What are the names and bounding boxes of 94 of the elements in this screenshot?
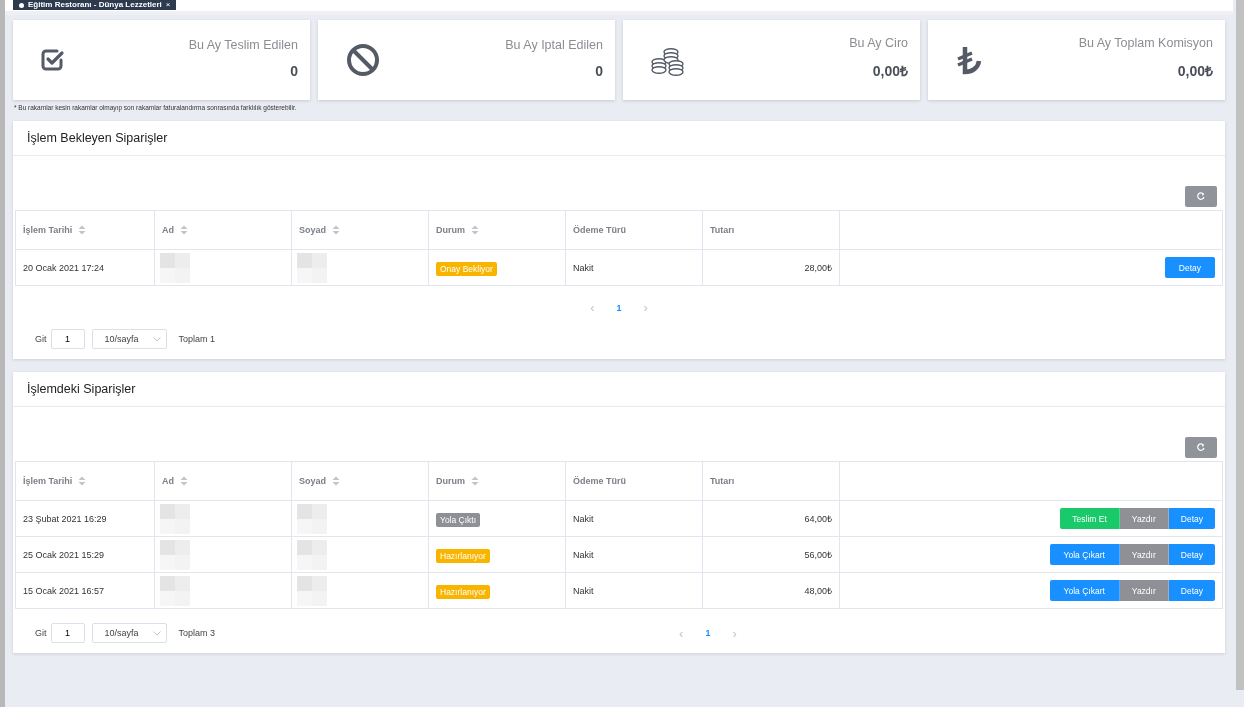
stat-title: Bu Ay Iptal Edilen: [504, 37, 603, 52]
header-label: Tutarı: [710, 476, 735, 486]
sort-icon: [471, 225, 479, 235]
column-header[interactable]: Ad: [155, 211, 292, 249]
column-header[interactable]: İşlem Tarihi: [16, 211, 155, 249]
table-cell: Nakit: [573, 262, 594, 273]
action-button[interactable]: Teslim Et: [1060, 508, 1120, 529]
table-cell: 25 Ocak 2021 15:29: [23, 549, 105, 560]
header-label: Durum: [436, 476, 465, 486]
stat-value: 0: [594, 62, 603, 79]
action-button[interactable]: Detay: [1168, 508, 1215, 529]
redacted-text: [297, 575, 327, 606]
page-size-select[interactable]: 10/sayfa: [91, 329, 167, 349]
status-tag: Yola Çıktı: [436, 513, 481, 527]
next-page-button[interactable]: ›: [728, 625, 741, 641]
sort-icon: [78, 476, 87, 486]
action-button[interactable]: Yola Çıkart: [1049, 580, 1120, 601]
refresh-button[interactable]: [1185, 437, 1217, 458]
refresh-button[interactable]: [1185, 186, 1217, 207]
stat-title: Bu Ay Toplam Komisyon: [1077, 36, 1213, 50]
stat-title: Bu Ay Ciro: [848, 36, 908, 50]
header-label: Tutarı: [710, 225, 735, 235]
table-cell-text: 64,00₺: [804, 513, 832, 525]
redacted-text: [160, 539, 190, 570]
goto-label: Git: [35, 628, 47, 638]
total-count: Toplam 3: [178, 628, 216, 638]
table-cell: Nakit: [573, 585, 594, 596]
page-input[interactable]: 1: [50, 623, 85, 643]
previous-page-button[interactable]: ‹: [586, 300, 599, 315]
action-button[interactable]: Yazdır: [1119, 508, 1169, 529]
table-cell-text: 28,00₺: [804, 262, 832, 274]
column-header[interactable]: Durum: [429, 462, 566, 500]
redacted-text: [297, 252, 327, 283]
sort-icon: [78, 225, 87, 235]
header-label: Ad: [162, 225, 174, 235]
sort-icon: [332, 476, 340, 486]
table-cell: Nakit: [573, 513, 594, 524]
page-size-select[interactable]: 10/sayfa: [91, 623, 167, 643]
stat-value: 0,00₺: [871, 62, 908, 80]
chevron-down-icon: [152, 336, 161, 342]
page-input[interactable]: 1: [50, 329, 85, 349]
redacted-text: [297, 539, 327, 570]
action-button[interactable]: Yazdır: [1119, 544, 1169, 565]
action-button[interactable]: Yola Çıkart: [1049, 544, 1120, 565]
redacted-text: [160, 503, 190, 534]
next-page-button[interactable]: ›: [639, 300, 652, 315]
column-header[interactable]: Durum: [429, 211, 566, 249]
goto-label: Git: [35, 334, 47, 344]
lira-icon: [956, 45, 982, 75]
checkbox-icon: [41, 48, 65, 72]
action-button[interactable]: Detay: [1168, 580, 1215, 601]
header-label: İşlem Tarihi: [23, 476, 73, 486]
panel-title: İşlem Bekleyen Siparişler: [13, 121, 1225, 156]
redacted-text: [160, 252, 190, 283]
status-tag: Onay Bekliyor: [436, 262, 497, 276]
action-button[interactable]: Yazdır: [1119, 580, 1169, 601]
header-label: Ad: [162, 476, 174, 486]
header-label: Soyad: [299, 225, 326, 235]
redacted-text: [160, 575, 190, 606]
page-number[interactable]: 1: [612, 302, 626, 313]
action-button[interactable]: Detay: [1164, 257, 1215, 278]
table-cell: 15 Ocak 2021 16:57: [23, 585, 105, 596]
stat-title: Bu Ay Teslim Edilen: [187, 37, 298, 52]
column-header[interactable]: Soyad: [292, 462, 429, 500]
page-tab[interactable]: Eğitim Restoranı - Dünya Lezzetleri ×: [13, 0, 177, 10]
sort-icon: [180, 476, 188, 486]
header-label: Ödeme Türü: [573, 476, 626, 486]
column-header[interactable]: İşlem Tarihi: [16, 462, 155, 500]
sort-icon: [332, 225, 340, 235]
column-header[interactable]: Ad: [155, 462, 292, 500]
page-number[interactable]: 1: [701, 628, 715, 638]
status-tag: Hazırlanıyor: [436, 549, 490, 563]
column-header[interactable]: Soyad: [292, 211, 429, 249]
sort-icon: [471, 476, 479, 486]
table-cell-text: 56,00₺: [804, 549, 832, 561]
table-cell: Nakit: [573, 549, 594, 560]
redacted-text: [297, 503, 327, 534]
table-cell-text: 48,00₺: [804, 585, 832, 597]
table-cell: 23 Şubat 2021 16:29: [23, 513, 107, 524]
stat-value: 0: [289, 62, 298, 79]
sort-icon: [180, 225, 188, 235]
header-label: Ödeme Türü: [573, 225, 626, 235]
total-count: Toplam 1: [178, 334, 216, 344]
action-button[interactable]: Detay: [1168, 544, 1215, 565]
chevron-down-icon: [152, 630, 161, 636]
prohibited-icon: [346, 43, 380, 77]
header-label: Durum: [436, 225, 465, 235]
status-tag: Hazırlanıyor: [436, 585, 490, 599]
header-label: Soyad: [299, 476, 326, 486]
panel-title: İşlemdeki Siparişler: [13, 372, 1225, 407]
stat-value: 0,00₺: [1176, 62, 1213, 80]
header-label: İşlem Tarihi: [23, 225, 73, 235]
previous-page-button[interactable]: ‹: [675, 625, 688, 641]
table-cell: 20 Ocak 2021 17:24: [23, 262, 105, 273]
